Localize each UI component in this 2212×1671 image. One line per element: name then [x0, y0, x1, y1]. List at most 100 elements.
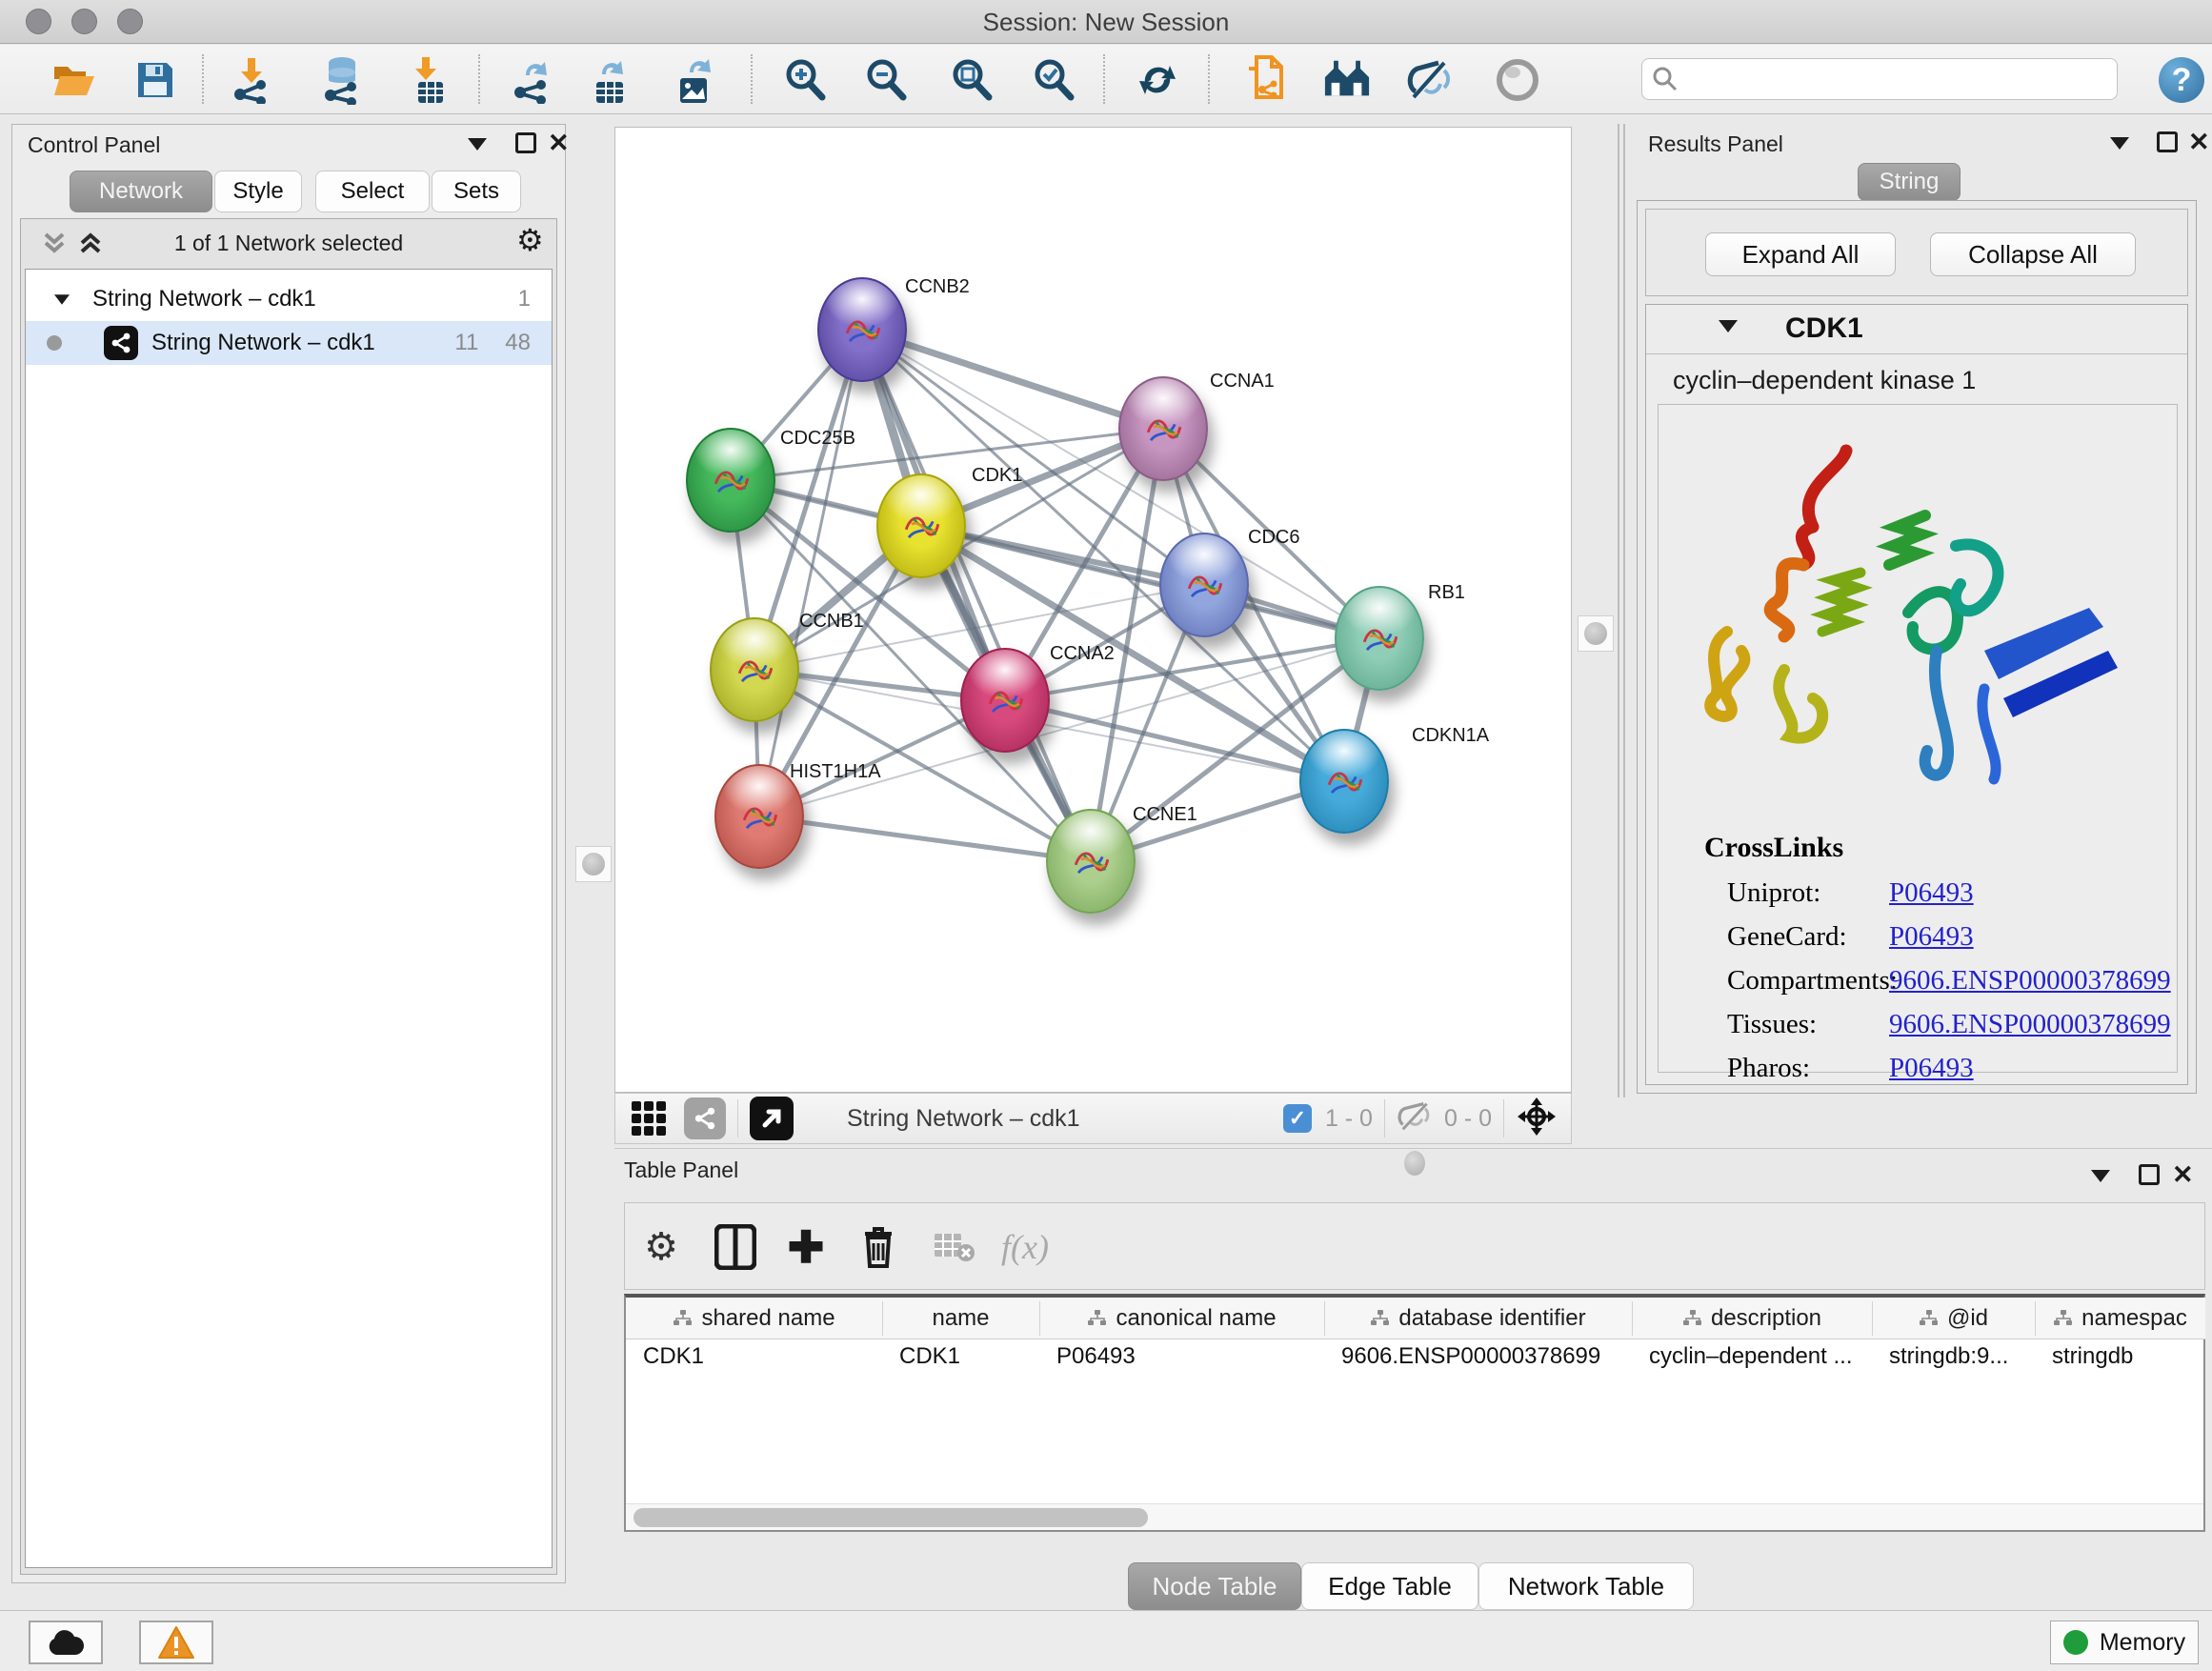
warning-button[interactable] [139, 1621, 213, 1664]
panel-float-icon[interactable] [515, 132, 536, 153]
panel-menu-icon[interactable] [2091, 1170, 2110, 1182]
delete-table-icon[interactable] [928, 1220, 981, 1274]
collapse-all-button[interactable]: Collapse All [1930, 232, 2136, 276]
tab-select[interactable]: Select [315, 171, 430, 212]
network-label: String Network – cdk1 [151, 330, 375, 356]
node-label-hist1h1a: HIST1H1A [790, 761, 881, 783]
panel-close-icon[interactable]: ✕ [548, 132, 570, 153]
help-button[interactable]: ? [2159, 57, 2204, 103]
network-options-gear-icon[interactable]: ⚙ [516, 225, 544, 255]
node-cdc6[interactable] [1159, 533, 1249, 637]
import-table-button[interactable] [404, 56, 452, 104]
crosslink-link[interactable]: 9606.ENSP00000378699 [1889, 1009, 2171, 1040]
table-cell[interactable]: CDK1 [894, 1343, 1037, 1370]
node-table[interactable]: shared name name canonical namedatabase id… [624, 1294, 2205, 1532]
tab-node-table[interactable]: Node Table [1128, 1562, 1301, 1610]
export-table-button[interactable] [585, 56, 633, 104]
add-column-icon[interactable]: ✚ [779, 1220, 833, 1274]
search-input[interactable] [1641, 58, 2118, 100]
import-network-database-button[interactable] [318, 56, 366, 104]
table-cell[interactable]: stringdb:9... [1883, 1343, 2033, 1370]
hide-glasses-button[interactable] [1405, 56, 1453, 104]
delete-column-trash-icon[interactable] [852, 1220, 905, 1274]
protein-collapse-icon[interactable] [1719, 320, 1738, 332]
node-cdc25b[interactable] [686, 428, 775, 533]
column-header-label: name [932, 1305, 989, 1332]
table-cell[interactable]: CDK1 [637, 1343, 880, 1370]
node-cdk1[interactable] [876, 473, 966, 578]
panel-close-icon[interactable]: ✕ [2172, 1164, 2194, 1185]
panel-float-icon[interactable] [2157, 131, 2178, 152]
show-columns-icon[interactable] [709, 1220, 762, 1274]
zoom-selected-button[interactable] [1030, 56, 1077, 104]
table-cell[interactable]: P06493 [1051, 1343, 1322, 1370]
node-cdkn1a[interactable] [1299, 729, 1389, 834]
panel-menu-icon[interactable] [2110, 137, 2129, 150]
crosslink-link[interactable]: 9606.ENSP00000378699 [1889, 965, 2171, 997]
column-header-description[interactable]: description [1632, 1298, 1872, 1339]
tab-network[interactable]: Network [70, 171, 212, 212]
node-ccna1[interactable] [1118, 376, 1208, 481]
column-header-shared-name[interactable]: shared name [626, 1298, 882, 1339]
table-cell[interactable]: stringdb [2046, 1343, 2203, 1370]
scrollbar-thumb[interactable] [633, 1508, 1148, 1527]
expand-all-button[interactable]: Expand All [1705, 232, 1896, 276]
node-ccnb2[interactable] [817, 277, 907, 382]
tab-network-table[interactable]: Network Table [1478, 1562, 1694, 1610]
column-header-namespac[interactable]: namespac [2035, 1298, 2205, 1339]
node-ccnb1[interactable] [710, 617, 799, 722]
cloud-icon [45, 1628, 87, 1657]
table-horizontal-scrollbar[interactable] [626, 1503, 2203, 1530]
import-network-file-button[interactable] [227, 56, 274, 104]
share-view-icon[interactable] [684, 1097, 726, 1139]
birdseye-crosshair-icon[interactable] [1516, 1096, 1558, 1142]
zoom-in-button[interactable] [781, 56, 829, 104]
node-ccne1[interactable] [1046, 809, 1136, 914]
grid-view-icon[interactable] [625, 1095, 673, 1142]
column-header-database-identifier[interactable]: database identifier [1324, 1298, 1632, 1339]
network-collection-row[interactable]: String Network – cdk1 1 [26, 277, 552, 321]
node-rb1[interactable] [1335, 586, 1424, 691]
export-network-button[interactable] [507, 56, 554, 104]
table-cell[interactable]: cyclin–dependent ... [1643, 1343, 1870, 1370]
string-export-document-button[interactable] [1241, 56, 1289, 104]
zoom-fit-button[interactable] [948, 56, 995, 104]
export-image-button[interactable] [671, 56, 718, 104]
show-sphere-button[interactable] [1494, 56, 1541, 104]
toolbar-separator [1208, 54, 1210, 104]
column-header-name[interactable]: name [882, 1298, 1039, 1339]
left-splitter-handle[interactable] [575, 846, 612, 882]
node-ccna2[interactable] [960, 648, 1050, 753]
tab-string[interactable]: String [1858, 163, 1961, 201]
apply-layout-button[interactable] [1134, 56, 1181, 104]
memory-button[interactable]: Memory [2050, 1621, 2199, 1664]
panel-float-icon[interactable] [2139, 1164, 2160, 1185]
function-builder-icon[interactable]: f(x) [998, 1220, 1052, 1274]
open-session-button[interactable] [50, 56, 97, 104]
cloud-button[interactable] [29, 1621, 103, 1664]
save-session-button[interactable] [131, 56, 179, 104]
crosslink-link[interactable]: P06493 [1889, 921, 1974, 953]
crosslink-link[interactable]: P06493 [1889, 1053, 1974, 1084]
network-row[interactable]: String Network – cdk1 11 48 [26, 321, 552, 365]
tab-sets[interactable]: Sets [432, 171, 521, 212]
table-cell[interactable]: 9606.ENSP00000378699 [1336, 1343, 1630, 1370]
crosslink-link[interactable]: P06493 [1889, 877, 1974, 909]
string-home-button[interactable] [1323, 56, 1371, 104]
panel-menu-icon[interactable] [468, 138, 487, 151]
open-in-new-window-icon[interactable] [750, 1097, 794, 1140]
column-header-canonical-name[interactable]: canonical name [1039, 1298, 1324, 1339]
horizontal-splitter-handle[interactable] [1404, 1151, 1425, 1176]
hidden-eye-icon[interactable] [1397, 1100, 1435, 1137]
selected-checkbox-icon[interactable]: ✓ [1283, 1104, 1312, 1133]
tab-edge-table[interactable]: Edge Table [1301, 1562, 1478, 1610]
network-canvas[interactable]: CCNB2CCNA1CDC25BCDK1CDC6RB1CCNB1CCNA2CDK… [614, 127, 1572, 1093]
tab-style[interactable]: Style [214, 171, 302, 212]
selected-counts: 1 - 0 [1325, 1105, 1373, 1133]
panel-close-icon[interactable]: ✕ [2188, 131, 2210, 152]
right-splitter-handle[interactable] [1578, 615, 1614, 652]
collection-expand-icon[interactable] [54, 294, 70, 304]
table-options-gear-icon[interactable]: ⚙ [634, 1220, 688, 1274]
zoom-out-button[interactable] [862, 56, 910, 104]
column-header--id[interactable]: @id [1872, 1298, 2035, 1339]
